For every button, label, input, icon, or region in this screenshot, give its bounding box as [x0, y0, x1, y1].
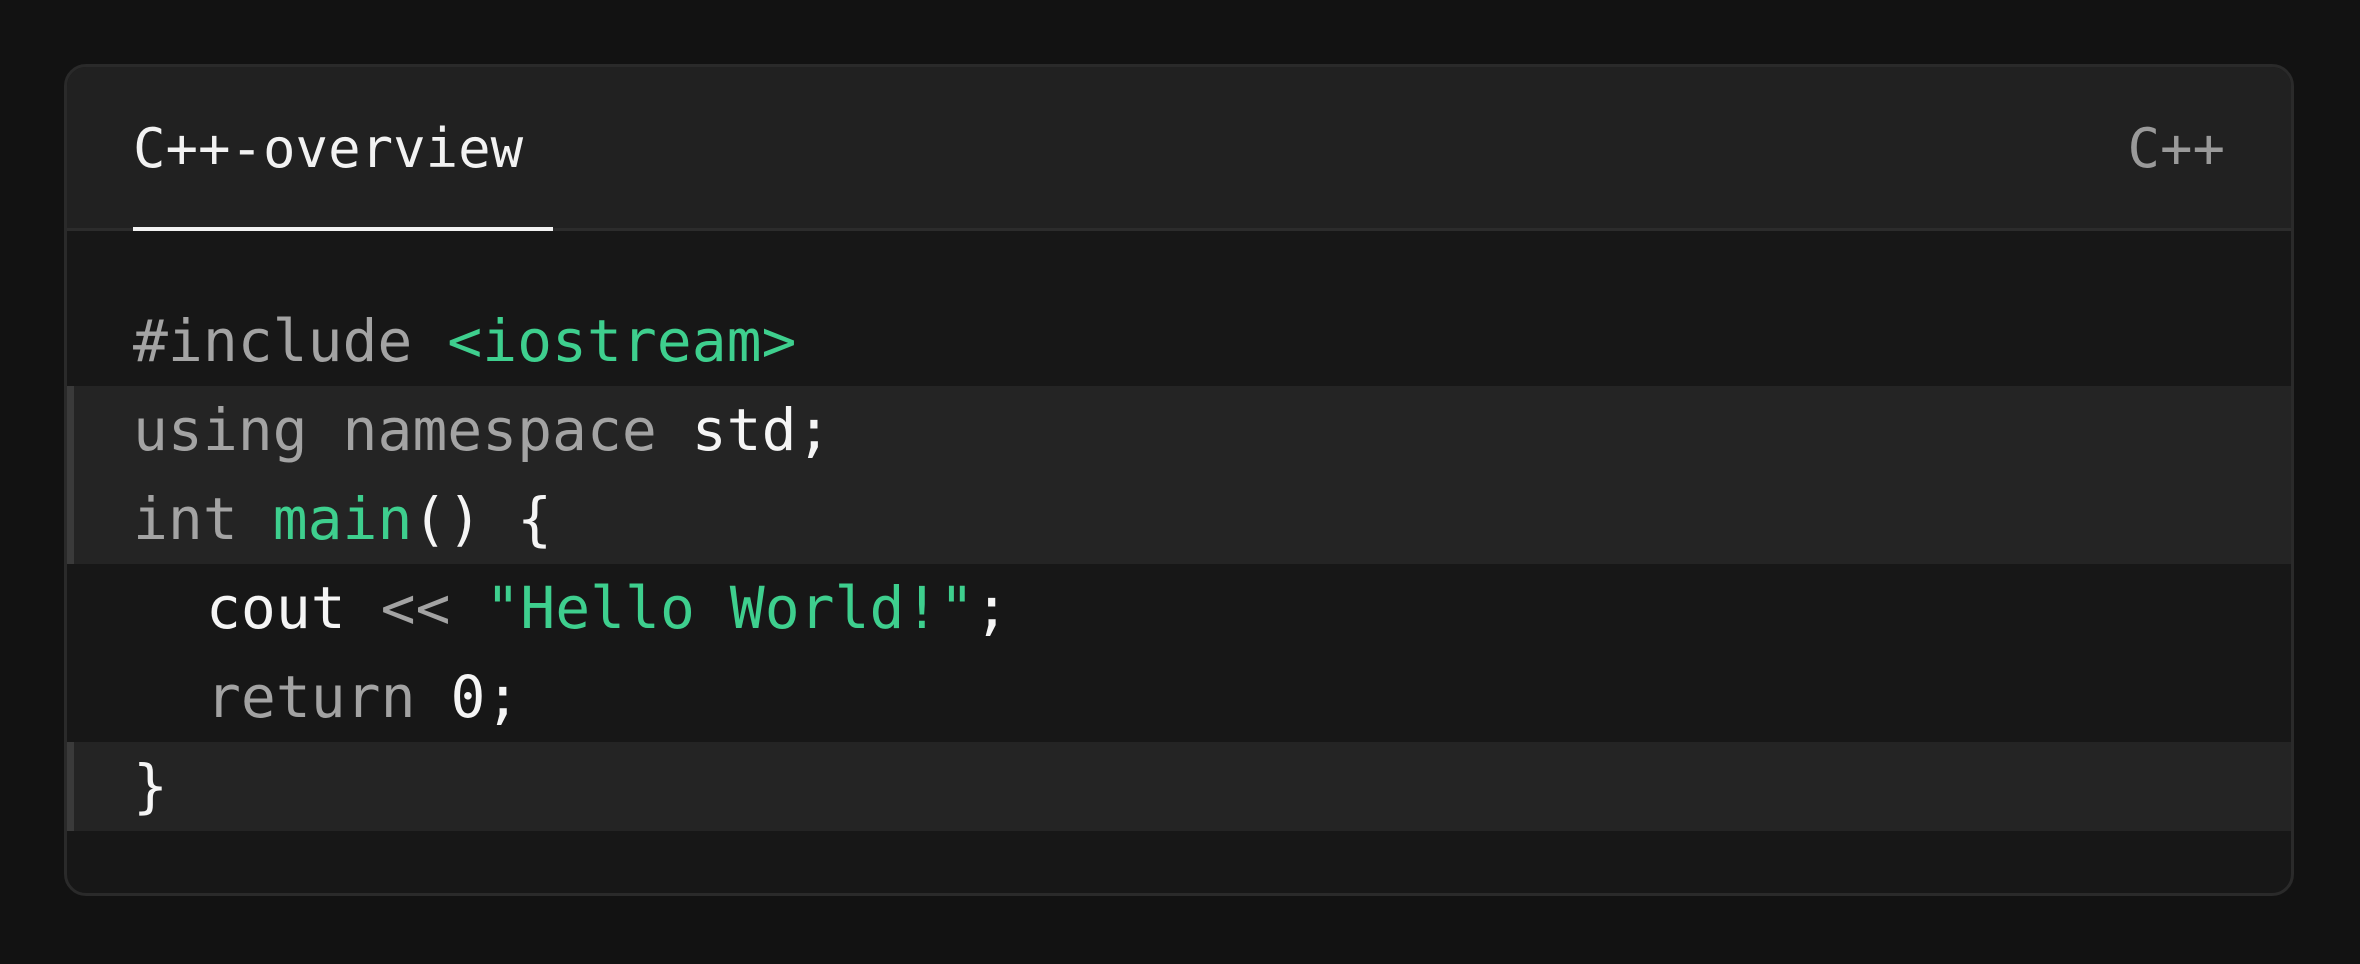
code-content: #include <iostream> using namespace std;…	[67, 297, 2291, 831]
code-line-5: return 0;	[67, 653, 2291, 742]
code-block-header: C++-overview C++	[67, 67, 2291, 231]
code-line-4: cout << "Hello World!";	[67, 564, 2291, 653]
language-label: C++	[2127, 117, 2225, 180]
code-line-6: }	[67, 742, 2291, 831]
code-token: <iostream>	[447, 307, 797, 375]
code-line-2: using namespace std;	[67, 386, 2291, 475]
code-line-1: #include <iostream>	[67, 297, 2291, 386]
code-token: cout	[206, 574, 346, 642]
code-token: std;	[691, 396, 832, 464]
code-token: "Hello World!"	[485, 574, 975, 642]
code-token: }	[133, 752, 168, 820]
code-token: () {	[412, 485, 553, 553]
code-block-card: C++-overview C++ #include <iostream> usi…	[64, 64, 2294, 896]
code-token: <<	[380, 574, 451, 642]
code-token: return	[206, 663, 416, 731]
code-token: using	[133, 396, 308, 464]
active-tab-indicator	[133, 227, 553, 231]
code-token: ;	[974, 574, 1010, 642]
code-line-3: int main() {	[67, 475, 2291, 564]
code-token: 0;	[450, 663, 521, 731]
code-token: int	[133, 485, 238, 553]
tab-label: C++-overview	[133, 117, 524, 180]
code-token: #include	[133, 307, 413, 375]
code-token: main	[272, 485, 413, 553]
code-token: namespace	[342, 396, 657, 464]
tab-cpp-overview[interactable]: C++-overview	[133, 67, 553, 231]
